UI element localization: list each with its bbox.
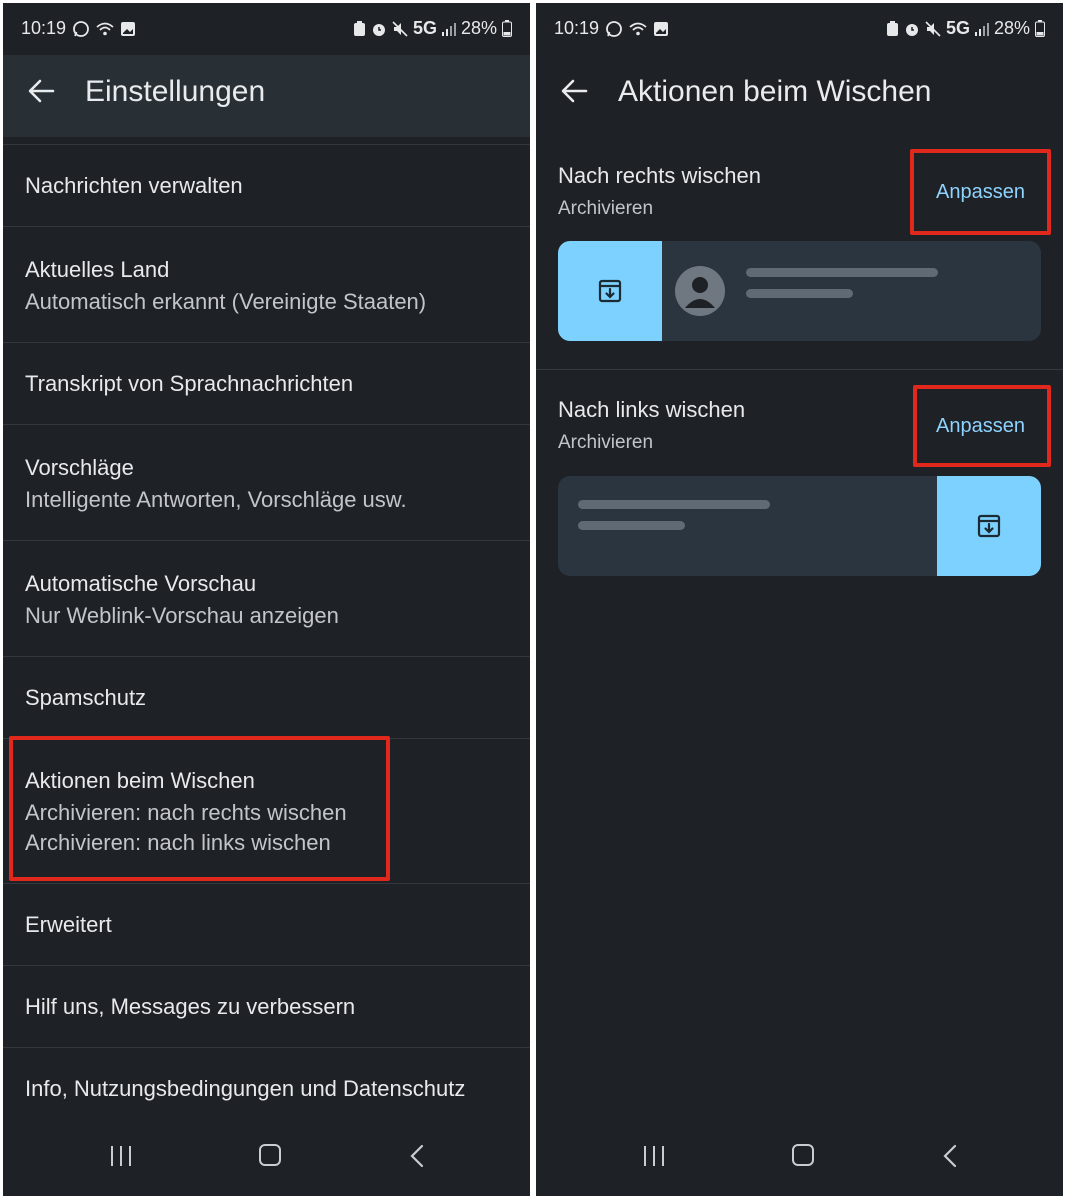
page-title: Aktionen beim Wischen [618,75,932,108]
settings-item-suggestions[interactable]: Vorschläge Intelligente Antworten, Vorsc… [3,424,530,540]
swipe-actions-screen: 10:19 5G 28% Aktionen beim Wischen Nach … [536,3,1063,1196]
item-title: Vorschläge [25,454,134,480]
nav-back-icon[interactable] [409,1144,425,1168]
placeholder-line [578,500,770,509]
mute-icon [392,20,408,37]
network-type: 5G [945,18,970,38]
nav-home-icon[interactable] [792,1144,814,1166]
item-title: Transkript von Sprachnachrichten [25,370,354,396]
swipe-left-preview [558,476,1041,576]
settings-screen: 10:19 5G 28% Einstellungen Nachrichten v… [3,3,530,1196]
highlight-box-customize-left [913,385,1051,467]
item-title: Nachrichten verwalten [25,172,243,198]
item-title: Erweitert [25,911,112,937]
signal-icon [441,22,456,36]
wifi-icon [629,22,647,35]
nav-home-icon[interactable] [259,1144,281,1166]
back-arrow-icon[interactable] [25,75,57,107]
highlight-box-customize-right [910,149,1051,235]
status-bar: 10:19 5G 28% [3,3,530,55]
battery-saver-icon [886,20,898,36]
swipe-left-title: Nach links wischen [558,397,746,422]
item-title: Automatische Vorschau [25,570,257,596]
item-subtitle: Intelligente Antworten, Vorschläge usw. [25,486,407,512]
item-subtitle: Automatisch erkannt (Vereinigte Staaten) [25,288,427,314]
archive-icon [977,514,1001,538]
swipe-right-title: Nach rechts wischen [558,163,761,188]
swipe-right-preview [558,241,1041,341]
nav-back-icon[interactable] [942,1144,958,1168]
item-title: Aktuelles Land [25,256,170,282]
image-icon [654,21,669,36]
swipe-right-action: Archivieren [558,198,654,219]
swipe-left-action: Archivieren [558,432,654,453]
alarm-icon [372,23,385,36]
settings-item-advanced[interactable]: Erweitert [3,883,530,965]
battery-icon [1035,20,1045,37]
placeholder-line [746,268,938,277]
signal-icon [974,22,989,36]
status-bar: 10:19 5G 28% [536,3,1063,55]
wifi-icon [96,22,114,35]
image-icon [121,21,136,36]
settings-item-help-improve[interactable]: Hilf uns, Messages zu verbessern [3,965,530,1047]
navigation-bar [536,1124,1063,1196]
whatsapp-icon [73,20,89,37]
alarm-icon [905,23,918,36]
nav-recents-icon[interactable] [644,1146,666,1166]
item-title: Info, Nutzungsbedingungen und Datenschut… [25,1075,466,1101]
settings-list: Nachrichten verwalten Aktuelles Land Aut… [3,144,530,1129]
settings-item-auto-preview[interactable]: Automatische Vorschau Nur Weblink-Vorsch… [3,540,530,656]
nav-recents-icon[interactable] [111,1146,133,1166]
placeholder-line [746,289,853,298]
archive-icon [598,279,622,303]
battery-icon [502,20,512,37]
settings-item-current-country[interactable]: Aktuelles Land Automatisch erkannt (Vere… [3,226,530,342]
item-subtitle: Nur Weblink-Vorschau anzeigen [25,602,339,628]
archive-action-panel [558,241,662,341]
archive-action-panel [937,476,1041,576]
placeholder-line [578,521,685,530]
whatsapp-icon [606,20,622,37]
back-arrow-icon[interactable] [558,75,590,107]
battery-percent: 28% [460,18,497,38]
app-bar: Aktionen beim Wischen [536,55,1063,137]
section-divider [536,369,1063,370]
mute-icon [925,20,941,37]
highlight-box-swipe-actions [9,736,390,881]
page-title: Einstellungen [85,75,266,108]
settings-item-manage-messages[interactable]: Nachrichten verwalten [3,144,530,226]
item-title: Spamschutz [25,684,147,710]
settings-item-about[interactable]: Info, Nutzungsbedingungen und Datenschut… [3,1047,530,1129]
battery-percent: 28% [993,18,1030,38]
item-title: Hilf uns, Messages zu verbessern [25,993,356,1019]
settings-item-spam-protection[interactable]: Spamschutz [3,656,530,738]
network-type: 5G [412,18,437,38]
navigation-bar [3,1124,530,1196]
battery-saver-icon [353,20,365,36]
app-bar: Einstellungen [3,55,530,137]
status-time: 10:19 [21,18,67,38]
avatar-icon [675,266,725,316]
status-time: 10:19 [554,18,600,38]
settings-item-transcript[interactable]: Transkript von Sprachnachrichten [3,342,530,424]
